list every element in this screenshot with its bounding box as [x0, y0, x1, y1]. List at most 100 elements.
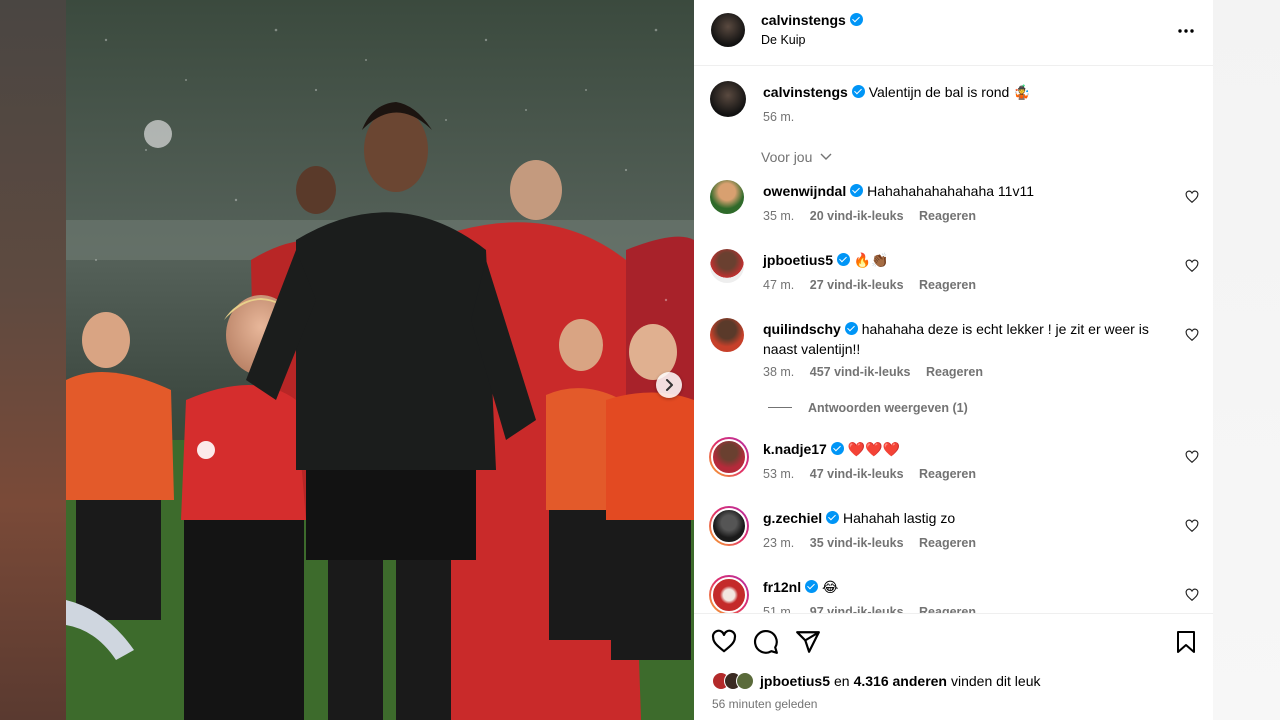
comment-filter-label: Voor jou	[761, 149, 813, 165]
comment-likes[interactable]: 97 vind-ik-leuks	[810, 605, 904, 613]
liker-username[interactable]: jpboetius5	[760, 673, 830, 689]
comment-username[interactable]: quilindschy	[763, 321, 841, 337]
comment-text: 🔥👏🏾	[853, 252, 889, 268]
comments-list[interactable]: calvinstengs Valentijn de bal is rond 🤹 …	[694, 67, 1213, 613]
comment-row: k.nadje17 ❤️❤️❤️ 53 m. 47 vind-ik-leuks …	[694, 437, 1213, 498]
comment-time: 47 m.	[763, 278, 795, 292]
author-username[interactable]: calvinstengs	[761, 12, 846, 28]
heart-icon[interactable]	[1185, 190, 1199, 204]
heart-icon[interactable]	[1185, 588, 1199, 602]
next-photo-button[interactable]	[656, 372, 682, 398]
comment-reply-button[interactable]: Reageren	[919, 278, 976, 292]
comment-text-line: k.nadje17 ❤️❤️❤️	[763, 439, 1173, 459]
comment-reply-button[interactable]: Reageren	[926, 365, 983, 379]
heart-icon[interactable]	[1185, 450, 1199, 464]
comment-username[interactable]: jpboetius5	[763, 252, 833, 268]
comment-avatar-story-ring[interactable]	[709, 506, 749, 546]
comment-avatar	[711, 508, 747, 544]
caption-text-line: calvinstengs Valentijn de bal is rond 🤹	[763, 82, 1173, 102]
comment-username[interactable]: g.zechiel	[763, 510, 822, 526]
comment-avatar-story-ring[interactable]	[709, 575, 749, 613]
comment-likes[interactable]: 27 vind-ik-leuks	[810, 278, 904, 292]
heart-icon[interactable]	[1185, 519, 1199, 533]
caption-avatar[interactable]	[710, 81, 746, 117]
comment-likes[interactable]: 47 vind-ik-leuks	[810, 467, 904, 481]
comment-username[interactable]: owenwijndal	[763, 183, 846, 199]
comment-row: jpboetius5 🔥👏🏾 47 m. 27 vind-ik-leuks Re…	[694, 249, 1213, 309]
likes-conjunction: en	[834, 673, 850, 689]
comment-text-line: owenwijndal Hahahahahahahaha 11v11	[763, 181, 1173, 201]
backdrop-left	[0, 0, 66, 720]
likes-summary: jpboetius5 en 4.316 anderen vinden dit l…	[712, 672, 1041, 690]
likes-suffix: vinden dit leuk	[950, 673, 1041, 689]
verified-icon	[844, 322, 858, 335]
comment-text-line: jpboetius5 🔥👏🏾	[763, 250, 1173, 270]
heart-icon[interactable]	[1185, 259, 1199, 273]
comment-meta: 38 m. 457 vind-ik-leuks Reageren	[763, 365, 995, 379]
post-actions: jpboetius5 en 4.316 anderen vinden dit l…	[694, 613, 1213, 720]
liker-avatar	[736, 672, 754, 690]
comment-text: ❤️❤️❤️	[847, 441, 901, 457]
view-replies-button[interactable]: Antwoorden weergeven (1)	[768, 401, 968, 415]
more-icon[interactable]	[1177, 22, 1195, 40]
post-timestamp[interactable]: 56 minuten geleden	[712, 697, 817, 711]
comment-meta: 53 m. 47 vind-ik-leuks Reageren	[763, 467, 988, 481]
comment-likes[interactable]: 20 vind-ik-leuks	[810, 209, 904, 223]
post-header: calvinstengs De Kuip	[694, 0, 1213, 66]
verified-icon	[805, 580, 819, 593]
comment-reply-button[interactable]: Reageren	[919, 467, 976, 481]
comment-meta: 23 m. 35 vind-ik-leuks Reageren	[763, 536, 988, 550]
verified-icon	[851, 85, 865, 98]
comment-time: 51 m.	[763, 605, 795, 613]
comment-likes[interactable]: 35 vind-ik-leuks	[810, 536, 904, 550]
comment-avatar[interactable]	[710, 318, 744, 352]
comment-time: 38 m.	[763, 365, 795, 379]
post-photo-illustration	[66, 0, 694, 720]
comment-reply-button[interactable]: Reageren	[919, 209, 976, 223]
chevron-down-icon	[820, 153, 832, 160]
comment-meta: 35 m. 20 vind-ik-leuks Reageren	[763, 209, 988, 223]
comment-meta: 51 m. 97 vind-ik-leuks Reageren	[763, 605, 988, 613]
replies-divider	[768, 407, 792, 408]
bookmark-icon[interactable]	[1174, 629, 1198, 655]
comment-row: owenwijndal Hahahahahahahaha 11v11 35 m.…	[694, 180, 1213, 240]
comment-text-line: quilindschy hahahaha deze is echt lekker…	[763, 319, 1173, 359]
comment-reply-button[interactable]: Reageren	[919, 536, 976, 550]
comment-text: 😂	[822, 579, 839, 595]
comment-likes[interactable]: 457 vind-ik-leuks	[810, 365, 911, 379]
verified-icon	[826, 511, 840, 524]
verified-icon	[837, 253, 851, 266]
comment-time: 53 m.	[763, 467, 795, 481]
comment-row: g.zechiel Hahahah lastig zo 23 m. 35 vin…	[694, 506, 1213, 567]
post-location[interactable]: De Kuip	[761, 33, 805, 47]
comment-avatar[interactable]	[710, 249, 744, 283]
comment-text-line: g.zechiel Hahahah lastig zo	[763, 508, 1173, 528]
chevron-right-icon	[666, 379, 673, 391]
caption-time: 56 m.	[763, 110, 795, 124]
comment-text: Hahahah lastig zo	[843, 510, 956, 526]
author-username-line: calvinstengs	[761, 12, 863, 30]
heart-icon[interactable]	[711, 629, 737, 655]
comment-reply-button[interactable]: Reageren	[919, 605, 976, 613]
author-avatar[interactable]	[711, 13, 745, 47]
comment-avatar	[711, 439, 747, 475]
verified-icon	[830, 442, 844, 455]
view-replies-label: Antwoorden weergeven (1)	[808, 401, 968, 415]
caption-username[interactable]: calvinstengs	[763, 84, 848, 100]
caption-meta: 56 m.	[763, 110, 806, 124]
comment-icon[interactable]	[753, 629, 779, 655]
comment-text-line: fr12nl 😂	[763, 577, 1173, 597]
comment-filter-dropdown[interactable]: Voor jou	[761, 149, 833, 165]
likes-count[interactable]: 4.316 anderen	[854, 673, 947, 689]
share-icon[interactable]	[795, 629, 821, 655]
comment-username[interactable]: k.nadje17	[763, 441, 827, 457]
comment-time: 23 m.	[763, 536, 795, 550]
comment-row: fr12nl 😂 51 m. 97 vind-ik-leuks Reageren	[694, 575, 1213, 613]
verified-icon	[850, 184, 864, 197]
comment-username[interactable]: fr12nl	[763, 579, 801, 595]
comment-avatar[interactable]	[710, 180, 744, 214]
backdrop-right	[1213, 0, 1280, 720]
comment-avatar-story-ring[interactable]	[709, 437, 749, 477]
comment-text: Hahahahahahahaha 11v11	[867, 183, 1034, 199]
heart-icon[interactable]	[1185, 328, 1199, 342]
